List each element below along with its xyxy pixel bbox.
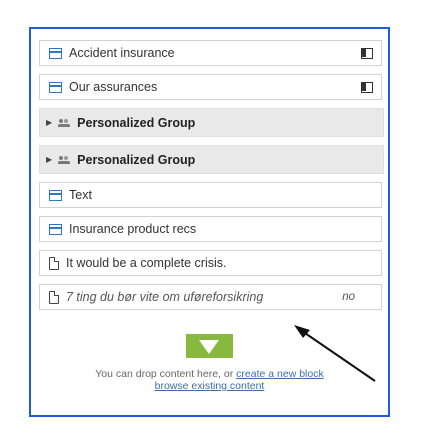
pointer-arrow-annotation bbox=[294, 325, 376, 382]
